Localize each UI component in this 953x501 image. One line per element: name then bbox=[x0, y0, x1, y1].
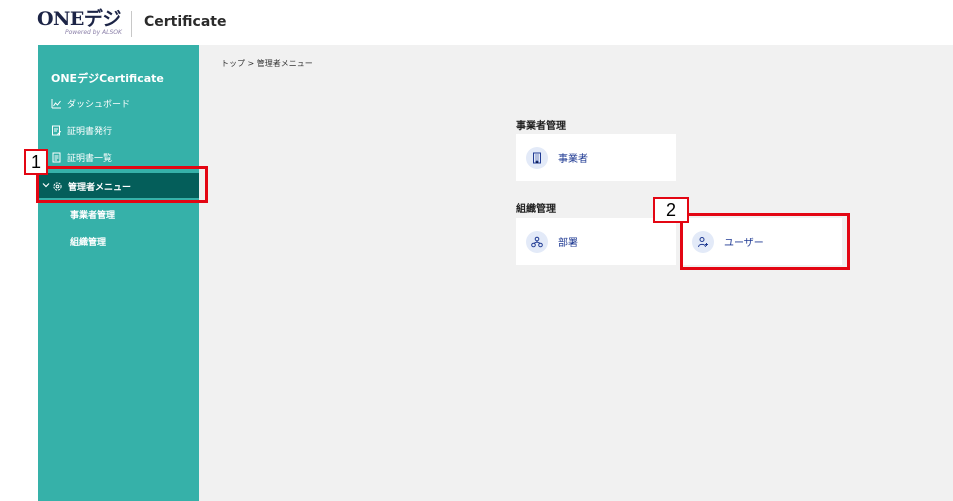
document-list-icon bbox=[51, 152, 62, 163]
app-logo[interactable]: ONEデジ Powered by ALSOK bbox=[37, 8, 122, 40]
sidebar-title[interactable]: ONEデジCertificate bbox=[51, 70, 164, 86]
sidebar-item-dashboard[interactable]: ダッシュボード bbox=[51, 97, 130, 110]
sidebar-item-label: ダッシュボード bbox=[67, 100, 131, 110]
sidebar-subitem-business-management[interactable]: 事業者管理 bbox=[70, 208, 115, 221]
sidebar: ONEデジCertificate ダッシュボード 証明書発行 証明書一覧 管理者… bbox=[38, 45, 199, 501]
dashboard-icon bbox=[51, 98, 62, 109]
card-label: 事業者 bbox=[558, 154, 588, 165]
card-label: 部署 bbox=[558, 238, 578, 249]
sidebar-item-label: 証明書一覧 bbox=[67, 154, 113, 164]
logo-subtext: Powered by ALSOK bbox=[65, 29, 122, 36]
breadcrumb[interactable]: トップ > 管理者メニュー bbox=[221, 58, 313, 69]
sidebar-item-issue-certificate[interactable]: 証明書発行 bbox=[51, 124, 112, 137]
highlight-box-admin-menu bbox=[36, 166, 208, 203]
main-content: トップ > 管理者メニュー 事業者管理 事業者 組織管理 部署 ユーザー bbox=[199, 45, 953, 501]
section-title-organization: 組織管理 bbox=[516, 204, 556, 215]
sidebar-item-certificate-list[interactable]: 証明書一覧 bbox=[51, 151, 112, 164]
step-marker-1: 1 bbox=[24, 149, 48, 175]
step-marker-2: 2 bbox=[653, 197, 689, 223]
logo-text: ONEデジ bbox=[37, 8, 121, 30]
highlight-box-user-card bbox=[680, 213, 850, 270]
app-title: Certificate bbox=[144, 14, 227, 30]
sidebar-item-label: 証明書発行 bbox=[67, 127, 113, 137]
header-divider bbox=[131, 11, 132, 37]
building-icon bbox=[526, 146, 548, 169]
document-edit-icon bbox=[51, 125, 62, 136]
sidebar-subitem-organization-management[interactable]: 組織管理 bbox=[70, 235, 106, 248]
business-card[interactable]: 事業者 bbox=[516, 134, 676, 181]
department-card[interactable]: 部署 bbox=[516, 218, 676, 265]
section-title-business: 事業者管理 bbox=[516, 121, 566, 132]
app-header: ONEデジ Powered by ALSOK Certificate bbox=[0, 0, 953, 45]
org-chart-icon bbox=[526, 230, 548, 253]
